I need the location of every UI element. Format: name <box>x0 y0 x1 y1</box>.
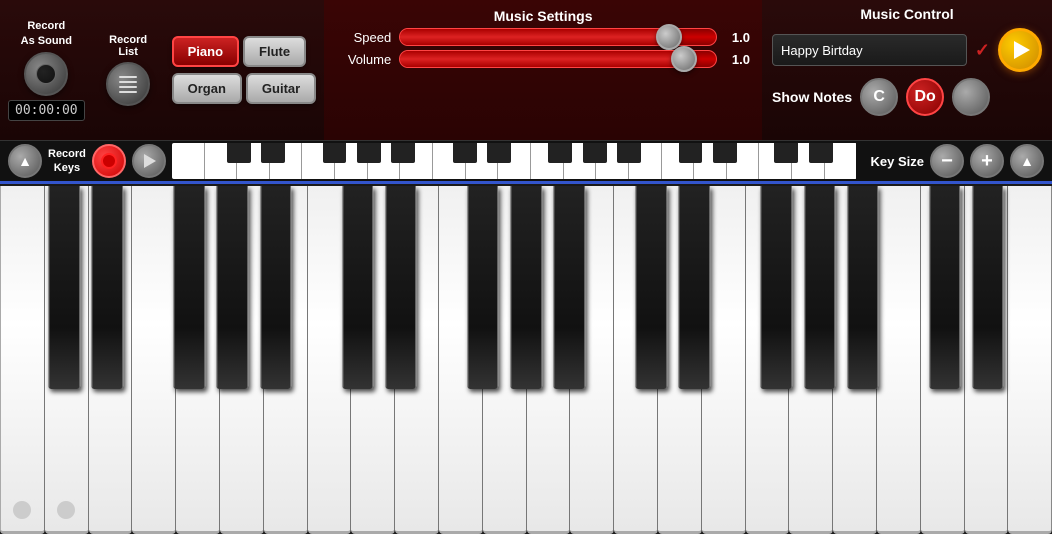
record-icon <box>101 153 117 169</box>
key-size-increase-button[interactable]: + <box>970 144 1004 178</box>
black-key-7[interactable] <box>385 186 417 389</box>
black-key-3[interactable] <box>174 186 206 389</box>
black-key-12[interactable] <box>679 186 711 389</box>
speed-value: 1.0 <box>725 30 750 45</box>
black-key-16[interactable] <box>929 186 961 389</box>
piano-button[interactable]: Piano <box>172 36 239 67</box>
instrument-buttons: Piano Flute Organ Guitar <box>172 36 317 104</box>
black-key-1[interactable] <box>48 186 80 389</box>
key-size-label: Key Size <box>871 154 924 169</box>
scroll-right-button[interactable]: ▲ <box>1010 144 1044 178</box>
volume-value: 1.0 <box>725 52 750 67</box>
music-control-title: Music Control <box>772 6 1042 22</box>
black-key-9[interactable] <box>510 186 542 389</box>
organ-button[interactable]: Organ <box>172 73 242 104</box>
note-do-button[interactable]: Do <box>906 78 944 116</box>
play-button-large[interactable] <box>998 28 1042 72</box>
black-key-6[interactable] <box>342 186 374 389</box>
note-c-button[interactable]: C <box>860 78 898 116</box>
play-button-small[interactable] <box>132 144 166 178</box>
record-list-label: Record List <box>109 34 147 58</box>
speed-label: Speed <box>336 30 391 45</box>
volume-slider-row: Volume 1.0 <box>336 50 750 68</box>
show-notes-label: Show Notes <box>772 89 852 105</box>
speed-slider-fill <box>400 29 668 45</box>
white-key-24[interactable] <box>1008 186 1052 534</box>
speed-slider-row: Speed 1.0 <box>336 28 750 46</box>
black-key-2[interactable] <box>92 186 124 389</box>
note-knob[interactable] <box>952 78 990 116</box>
list-line-4 <box>119 91 137 93</box>
piano-area <box>0 184 1052 534</box>
black-key-17[interactable] <box>972 186 1004 389</box>
volume-slider-fill <box>400 51 684 67</box>
instrument-row-1: Piano Flute <box>172 36 317 67</box>
piano-keyboard <box>0 184 1052 534</box>
speed-slider-track[interactable] <box>399 28 717 46</box>
record-button-inner <box>36 64 56 84</box>
white-key-21[interactable] <box>877 186 921 534</box>
volume-slider-knob[interactable] <box>671 46 697 72</box>
song-select[interactable]: Happy Birtday <box>772 34 967 66</box>
song-selector-row: Happy Birtday ✓ <box>772 28 1042 72</box>
white-key-1[interactable] <box>0 186 45 534</box>
record-keys-label: Record Keys <box>48 147 86 176</box>
white-key-4[interactable] <box>132 186 176 534</box>
black-key-13[interactable] <box>761 186 793 389</box>
black-key-10[interactable] <box>553 186 585 389</box>
black-key-8[interactable] <box>467 186 499 389</box>
list-line-1 <box>119 76 137 78</box>
checkmark-icon: ✓ <box>975 40 990 61</box>
timer-display: 00:00:00 <box>8 100 85 121</box>
instrument-row-2: Organ Guitar <box>172 73 317 104</box>
play-icon <box>1014 41 1030 59</box>
black-key-14[interactable] <box>804 186 836 389</box>
black-key-5[interactable] <box>260 186 292 389</box>
music-settings-title: Music Settings <box>336 8 750 24</box>
key-label-1 <box>13 501 31 519</box>
record-as-sound-label: Record As Sound <box>21 19 72 48</box>
left-controls: Record As Sound 00:00:00 Record List <box>0 0 324 140</box>
record-as-sound-section: Record As Sound 00:00:00 <box>8 19 85 121</box>
music-settings-section: Music Settings Speed 1.0 Volume 1.0 <box>324 0 762 140</box>
list-line-2 <box>119 81 137 83</box>
record-list-section: Record List <box>91 34 166 106</box>
list-line-3 <box>119 86 137 88</box>
keys-strip <box>172 143 857 179</box>
black-key-15[interactable] <box>847 186 879 389</box>
record-as-sound-button[interactable] <box>24 52 68 96</box>
music-control-section: Music Control Happy Birtday ✓ Show Notes… <box>762 0 1052 140</box>
key-label-2 <box>57 501 75 519</box>
flute-button[interactable]: Flute <box>243 36 306 67</box>
volume-label: Volume <box>336 52 391 67</box>
black-key-4[interactable] <box>217 186 249 389</box>
volume-slider-track[interactable] <box>399 50 717 68</box>
list-icon <box>119 76 137 93</box>
play-small-icon <box>144 154 156 168</box>
record-button[interactable] <box>92 144 126 178</box>
speed-slider-knob[interactable] <box>656 24 682 50</box>
scroll-left-button[interactable]: ▲ <box>8 144 42 178</box>
show-notes-row: Show Notes C Do <box>772 78 1042 116</box>
record-list-button[interactable] <box>106 62 150 106</box>
black-key-11[interactable] <box>635 186 667 389</box>
key-size-decrease-button[interactable]: − <box>930 144 964 178</box>
guitar-button[interactable]: Guitar <box>246 73 316 104</box>
